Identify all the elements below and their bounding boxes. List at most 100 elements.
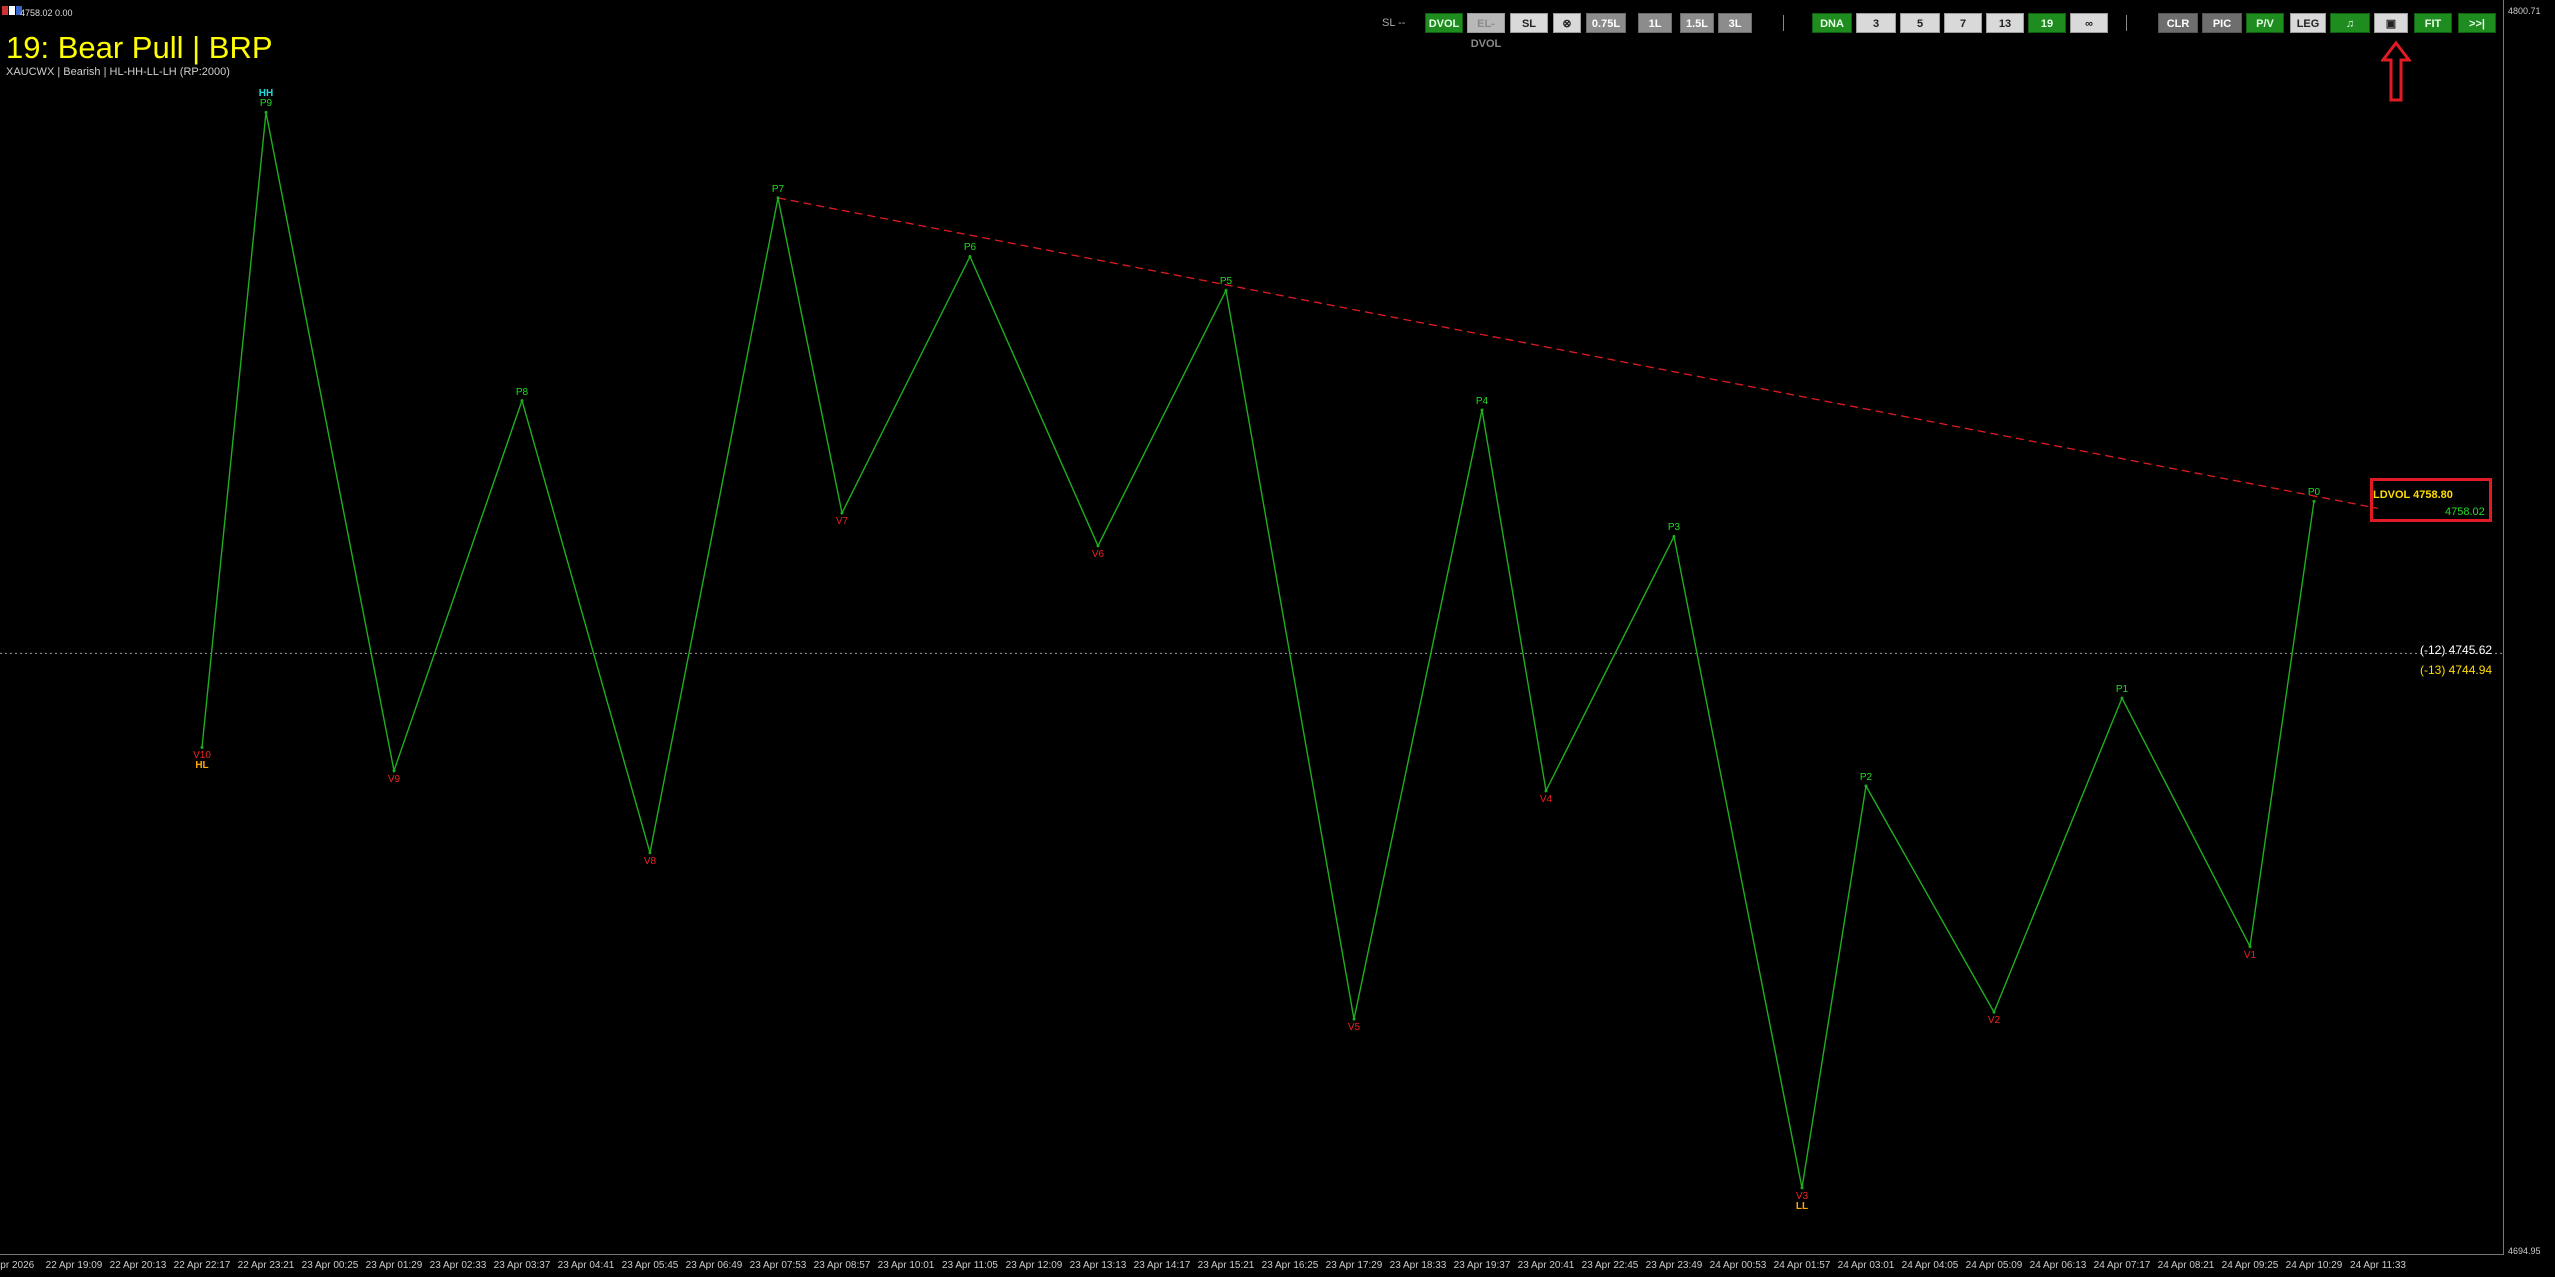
toolbar-button-group1-1[interactable]: EL-DVOL	[1467, 13, 1505, 50]
toolbar-button-group1-6[interactable]: 1.5L	[1680, 13, 1714, 33]
valley-label: V1	[2243, 949, 2257, 961]
peak-label: P2	[1859, 772, 1873, 783]
time-tick-label: 23 Apr 23:49	[1645, 1260, 1703, 1271]
toolbar-button-group1-5[interactable]: 1L	[1638, 13, 1672, 33]
time-axis	[0, 1254, 2503, 1255]
valley-label: V5	[1347, 1022, 1361, 1034]
toolbar-button-group2-4[interactable]: 13	[1986, 13, 2024, 33]
pivot-point-marker	[776, 196, 780, 200]
time-tick-label: 23 Apr 11:05	[942, 1260, 998, 1271]
time-tick-label: 24 Apr 05:09	[1965, 1260, 2023, 1271]
bell-button[interactable]: ♫	[2330, 13, 2370, 33]
up-arrow-annotation	[2381, 40, 2411, 102]
toolbar-button-group1-3[interactable]: ⊗	[1553, 13, 1581, 33]
peak-label: P3	[1667, 522, 1681, 534]
time-tick-label: 23 Apr 14:17	[1133, 1260, 1191, 1271]
camera-button[interactable]: ▣	[2374, 13, 2408, 33]
time-tick-label: 23 Apr 15:21	[1197, 1260, 1255, 1271]
pivot-point-marker	[1864, 784, 1868, 788]
bell-icon: ♫	[2345, 18, 2355, 30]
window-close-icon[interactable]	[2, 6, 8, 15]
valley-label: V9	[387, 773, 401, 785]
toolbar-button-group2-3[interactable]: 7	[1944, 13, 1982, 33]
toolbar-separator	[2126, 15, 2127, 31]
pivot-point-marker	[2248, 945, 2252, 949]
toolbar-button-group3-2[interactable]: P/V	[2246, 13, 2284, 33]
pivot-point-marker	[1672, 534, 1676, 538]
level-label: (-13) 4744.94	[2420, 663, 2492, 677]
structure-tag: HH	[258, 88, 274, 100]
pivot-point-marker	[264, 110, 268, 114]
toolbar-button-group3-7[interactable]: >>|	[2458, 13, 2496, 33]
toolbar-button-group2-2[interactable]: 5	[1900, 13, 1940, 33]
window-restore-icon[interactable]	[9, 6, 15, 15]
toolbar-button-group2-5[interactable]: 19	[2028, 13, 2066, 33]
level-value: 4745.62	[2445, 643, 2493, 658]
pivot-point-marker	[1992, 1010, 1996, 1014]
y-axis-min-label: 4694.95	[2508, 1246, 2541, 1256]
time-tick-label: 23 Apr 05:45	[621, 1260, 679, 1271]
time-tick-label: 24 Apr 09:25	[2221, 1260, 2279, 1271]
pivot-point-marker	[1800, 1186, 1804, 1190]
pivot-point-marker	[1224, 288, 1228, 292]
peak-label: P4	[1475, 395, 1489, 407]
toolbar-button-group3-1[interactable]: PIC	[2202, 13, 2242, 33]
toolbar-button-group3-6[interactable]: FIT	[2414, 13, 2452, 33]
pivot-point-marker	[200, 745, 204, 749]
pivot-point-marker	[392, 769, 396, 773]
time-tick-label: 23 Apr 10:01	[877, 1260, 935, 1271]
level-offset: (-12)	[2420, 643, 2446, 658]
peak-label: P6	[963, 242, 977, 254]
structure-tag: LL	[1795, 1200, 1809, 1212]
time-tick-label: 23 Apr 02:33	[429, 1260, 487, 1271]
toolbar-button-group1-0[interactable]: DVOL	[1425, 13, 1463, 33]
toolbar-button-group1-4[interactable]: 0.75L	[1586, 13, 1626, 33]
time-tick-label: 23 Apr 06:49	[685, 1260, 743, 1271]
time-tick-label: 23 Apr 20:41	[1517, 1260, 1575, 1271]
time-tick-label: 24 Apr 08:21	[2157, 1260, 2215, 1271]
ldvol-label: LDVOL 4758.80	[2373, 489, 2453, 501]
peak-label: P8	[515, 386, 529, 398]
time-tick-label: 24 Apr 07:17	[2093, 1260, 2151, 1271]
toolbar-button-group2-1[interactable]: 3	[1856, 13, 1896, 33]
toolbar-button-group2-0[interactable]: DNA	[1812, 13, 1852, 33]
current-price-label: 4758.02	[2445, 506, 2485, 518]
time-tick-label: 23 Apr 18:33	[1389, 1260, 1447, 1271]
pivot-point-marker	[968, 254, 972, 258]
time-tick-label: 23 Apr 13:13	[1069, 1260, 1127, 1271]
chart-title: 19: Bear Pull | BRP	[6, 30, 273, 65]
time-tick-label: 22 Apr 23:21	[237, 1260, 295, 1271]
pivot-point-marker	[648, 851, 652, 855]
time-tick-label: 23 Apr 12:09	[1005, 1260, 1063, 1271]
time-tick-label: 23 Apr 00:25	[301, 1260, 359, 1271]
time-tick-label: 24 Apr 03:01	[1837, 1260, 1895, 1271]
pivot-point-marker	[1096, 544, 1100, 548]
time-tick-label: 22 Apr 19:09	[45, 1260, 103, 1271]
peak-label: P7	[771, 183, 785, 195]
peak-label: P0	[2307, 487, 2321, 499]
toolbar-button-group2-6[interactable]: ∞	[2070, 13, 2108, 33]
valley-label: V2	[1987, 1015, 2001, 1027]
toolbar-button-group3-3[interactable]: LEG	[2290, 13, 2326, 33]
time-tick-label: 2 Apr 2026	[0, 1260, 35, 1271]
trendline	[777, 197, 2379, 509]
valley-label: V6	[1091, 548, 1105, 560]
time-tick-label: 24 Apr 06:13	[2029, 1260, 2087, 1271]
time-tick-label: 22 Apr 20:13	[109, 1260, 167, 1271]
peak-label: P5	[1219, 276, 1233, 288]
time-tick-label: 23 Apr 22:45	[1581, 1260, 1639, 1271]
chart-canvas	[0, 110, 2503, 1190]
pivot-point-marker	[1480, 408, 1484, 412]
camera-icon: ▣	[2385, 18, 2397, 30]
level-value: 4744.94	[2445, 663, 2493, 678]
time-tick-label: 24 Apr 10:29	[2285, 1260, 2343, 1271]
toolbar-button-group1-2[interactable]: SL	[1510, 13, 1548, 33]
level-label: (-12) 4745.62	[2420, 643, 2492, 657]
time-tick-label: 24 Apr 01:57	[1773, 1260, 1831, 1271]
window-controls[interactable]	[2, 6, 22, 16]
window-titlebar: 4758.02 0.00	[0, 0, 2505, 20]
toolbar-button-group1-7[interactable]: 3L	[1718, 13, 1752, 33]
toolbar-separator	[1783, 15, 1784, 31]
time-tick-label: 23 Apr 16:25	[1261, 1260, 1319, 1271]
toolbar-button-group3-0[interactable]: CLR	[2158, 13, 2198, 33]
